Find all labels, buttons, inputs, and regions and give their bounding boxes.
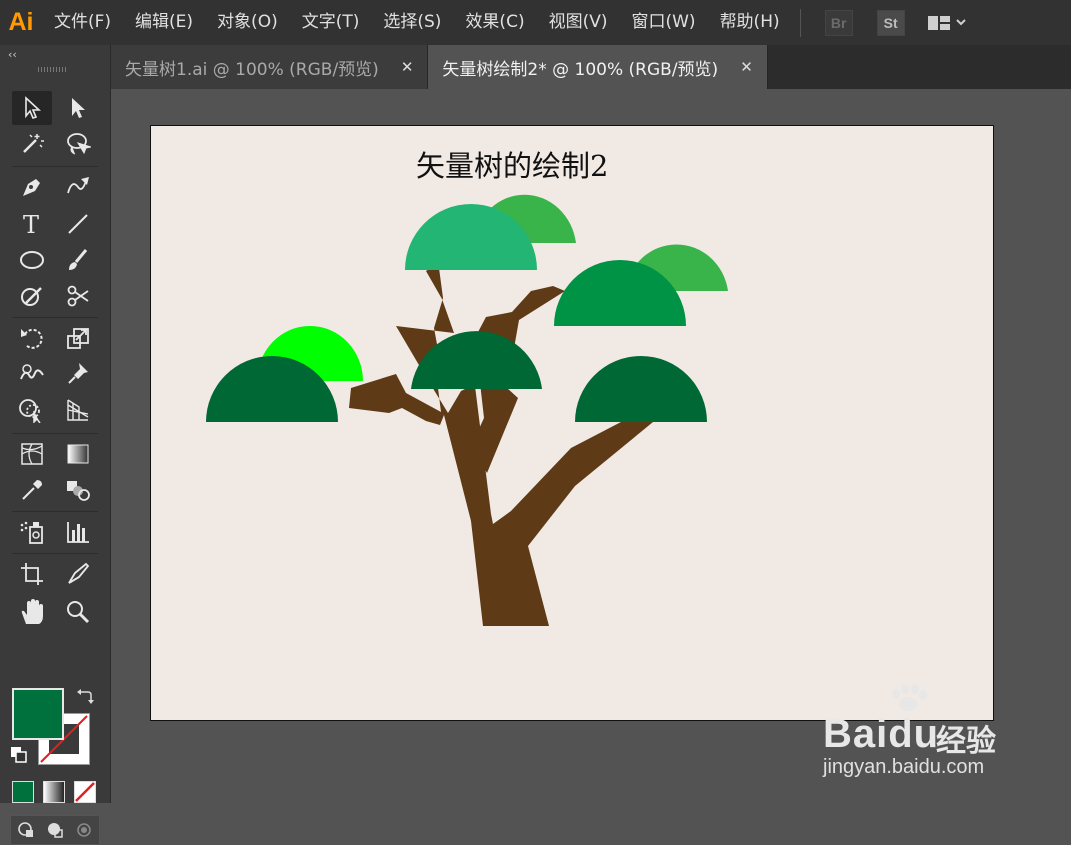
mesh-tool-icon[interactable] (12, 437, 52, 471)
menu-help[interactable]: 帮助(H) (708, 0, 792, 45)
menu-divider (799, 8, 801, 37)
bridge-button[interactable]: Br (824, 9, 853, 36)
tool-divider (12, 166, 98, 167)
drawing-modes (10, 815, 100, 845)
menu-window[interactable]: 窗口(W) (619, 0, 707, 45)
scale-tool-icon[interactable] (58, 321, 98, 355)
blend-tool-icon[interactable] (58, 473, 98, 507)
slice-tool-icon[interactable] (58, 557, 98, 591)
perspective-grid-tool-icon[interactable] (58, 393, 98, 427)
menu-view[interactable]: 视图(V) (537, 0, 620, 45)
menu-type[interactable]: 文字(T) (290, 0, 372, 45)
artboard-title-text[interactable]: 矢量树的绘制2 (151, 143, 993, 185)
column-graph-tool-icon[interactable] (58, 515, 98, 549)
watermark-brand: Baidu (823, 712, 940, 756)
line-segment-tool-icon[interactable] (58, 207, 98, 241)
draw-inside-icon[interactable] (74, 820, 94, 840)
tab-label: 矢量树1.ai @ 100% (RGB/预览) (125, 59, 379, 80)
menu-select[interactable]: 选择(S) (371, 0, 453, 45)
gradient-mode-button[interactable] (43, 781, 65, 803)
paintbrush-tool-icon[interactable] (58, 243, 98, 277)
scissors-tool-icon[interactable] (58, 279, 98, 313)
canopy-far-right[interactable] (575, 356, 707, 422)
gradient-tool-icon[interactable] (58, 437, 98, 471)
svg-text:T: T (23, 212, 39, 236)
draw-behind-icon[interactable] (45, 820, 65, 840)
rotate-tool-icon[interactable] (12, 321, 52, 355)
tool-divider (12, 553, 98, 554)
menu-edit[interactable]: 编辑(E) (123, 0, 205, 45)
menu-object[interactable]: 对象(O) (205, 0, 290, 45)
tab-document-1[interactable]: 矢量树1.ai @ 100% (RGB/预览) ✕ (111, 45, 429, 89)
pen-tool-icon[interactable] (12, 170, 52, 204)
direct-selection-tool-icon[interactable] (58, 91, 98, 125)
tree-artwork (206, 194, 728, 626)
eyedropper-tool-icon[interactable] (12, 473, 52, 507)
tab-label: 矢量树绘制2* @ 100% (RGB/预览) (442, 59, 719, 80)
symbol-sprayer-tool-icon[interactable] (12, 515, 52, 549)
workspace-switcher[interactable] (927, 13, 967, 33)
swap-fill-stroke-icon[interactable] (76, 688, 94, 710)
type-tool-icon[interactable]: T (12, 207, 52, 241)
draw-normal-icon[interactable] (16, 820, 36, 840)
color-mode-button[interactable] (12, 781, 34, 803)
curvature-tool-icon[interactable] (58, 170, 98, 204)
menu-file[interactable]: 文件(F) (42, 0, 123, 45)
none-slash-icon (75, 782, 95, 802)
zoom-tool-icon[interactable] (58, 595, 98, 629)
artboard[interactable]: 矢量树的绘制2 (150, 125, 994, 721)
document-tab-bar: 矢量树1.ai @ 100% (RGB/预览) ✕ 矢量树绘制2* @ 100%… (111, 45, 1071, 89)
baidu-jingyan-watermark: Baidu 经验 jingyan.baidu.com (818, 684, 1028, 790)
collapse-panel-button[interactable]: ‹‹ (8, 48, 17, 61)
lasso-tool-icon[interactable] (58, 127, 98, 161)
watermark-brand-cn: 经验 (936, 724, 996, 759)
puppet-warp-tool-icon[interactable] (58, 357, 98, 391)
shaper-tool-icon[interactable] (12, 279, 52, 313)
close-icon[interactable]: ✕ (401, 58, 414, 76)
stock-button[interactable]: St (876, 9, 905, 36)
none-mode-button[interactable] (74, 781, 96, 803)
menu-bar: Ai 文件(F) 编辑(E) 对象(O) 文字(T) 选择(S) 效果(C) 视… (0, 0, 1071, 45)
artboard-tool-icon[interactable] (12, 557, 52, 591)
warp-tool-icon[interactable] (12, 357, 52, 391)
shape-builder-tool-icon[interactable] (12, 393, 52, 427)
app-logo: Ai (8, 8, 34, 36)
magic-wand-tool-icon[interactable] (12, 127, 52, 161)
watermark-url: jingyan.baidu.com (823, 756, 985, 778)
panel-grip-handle[interactable] (38, 67, 68, 72)
close-icon[interactable]: ✕ (740, 58, 753, 76)
menu-effect[interactable]: 效果(C) (453, 0, 536, 45)
selection-tool-icon[interactable] (12, 91, 52, 125)
ellipse-tool-icon[interactable] (12, 243, 52, 277)
tool-divider (12, 433, 98, 434)
tools-panel: ‹‹ T (0, 45, 111, 845)
fill-swatch[interactable] (12, 688, 64, 740)
workspace-layout-icon (927, 15, 966, 30)
default-fill-stroke-icon[interactable] (10, 746, 28, 768)
tool-divider (12, 511, 98, 512)
tool-divider (12, 317, 98, 318)
tab-document-2[interactable]: 矢量树绘制2* @ 100% (RGB/预览) ✕ (428, 45, 768, 89)
hand-tool-icon[interactable] (12, 595, 52, 629)
